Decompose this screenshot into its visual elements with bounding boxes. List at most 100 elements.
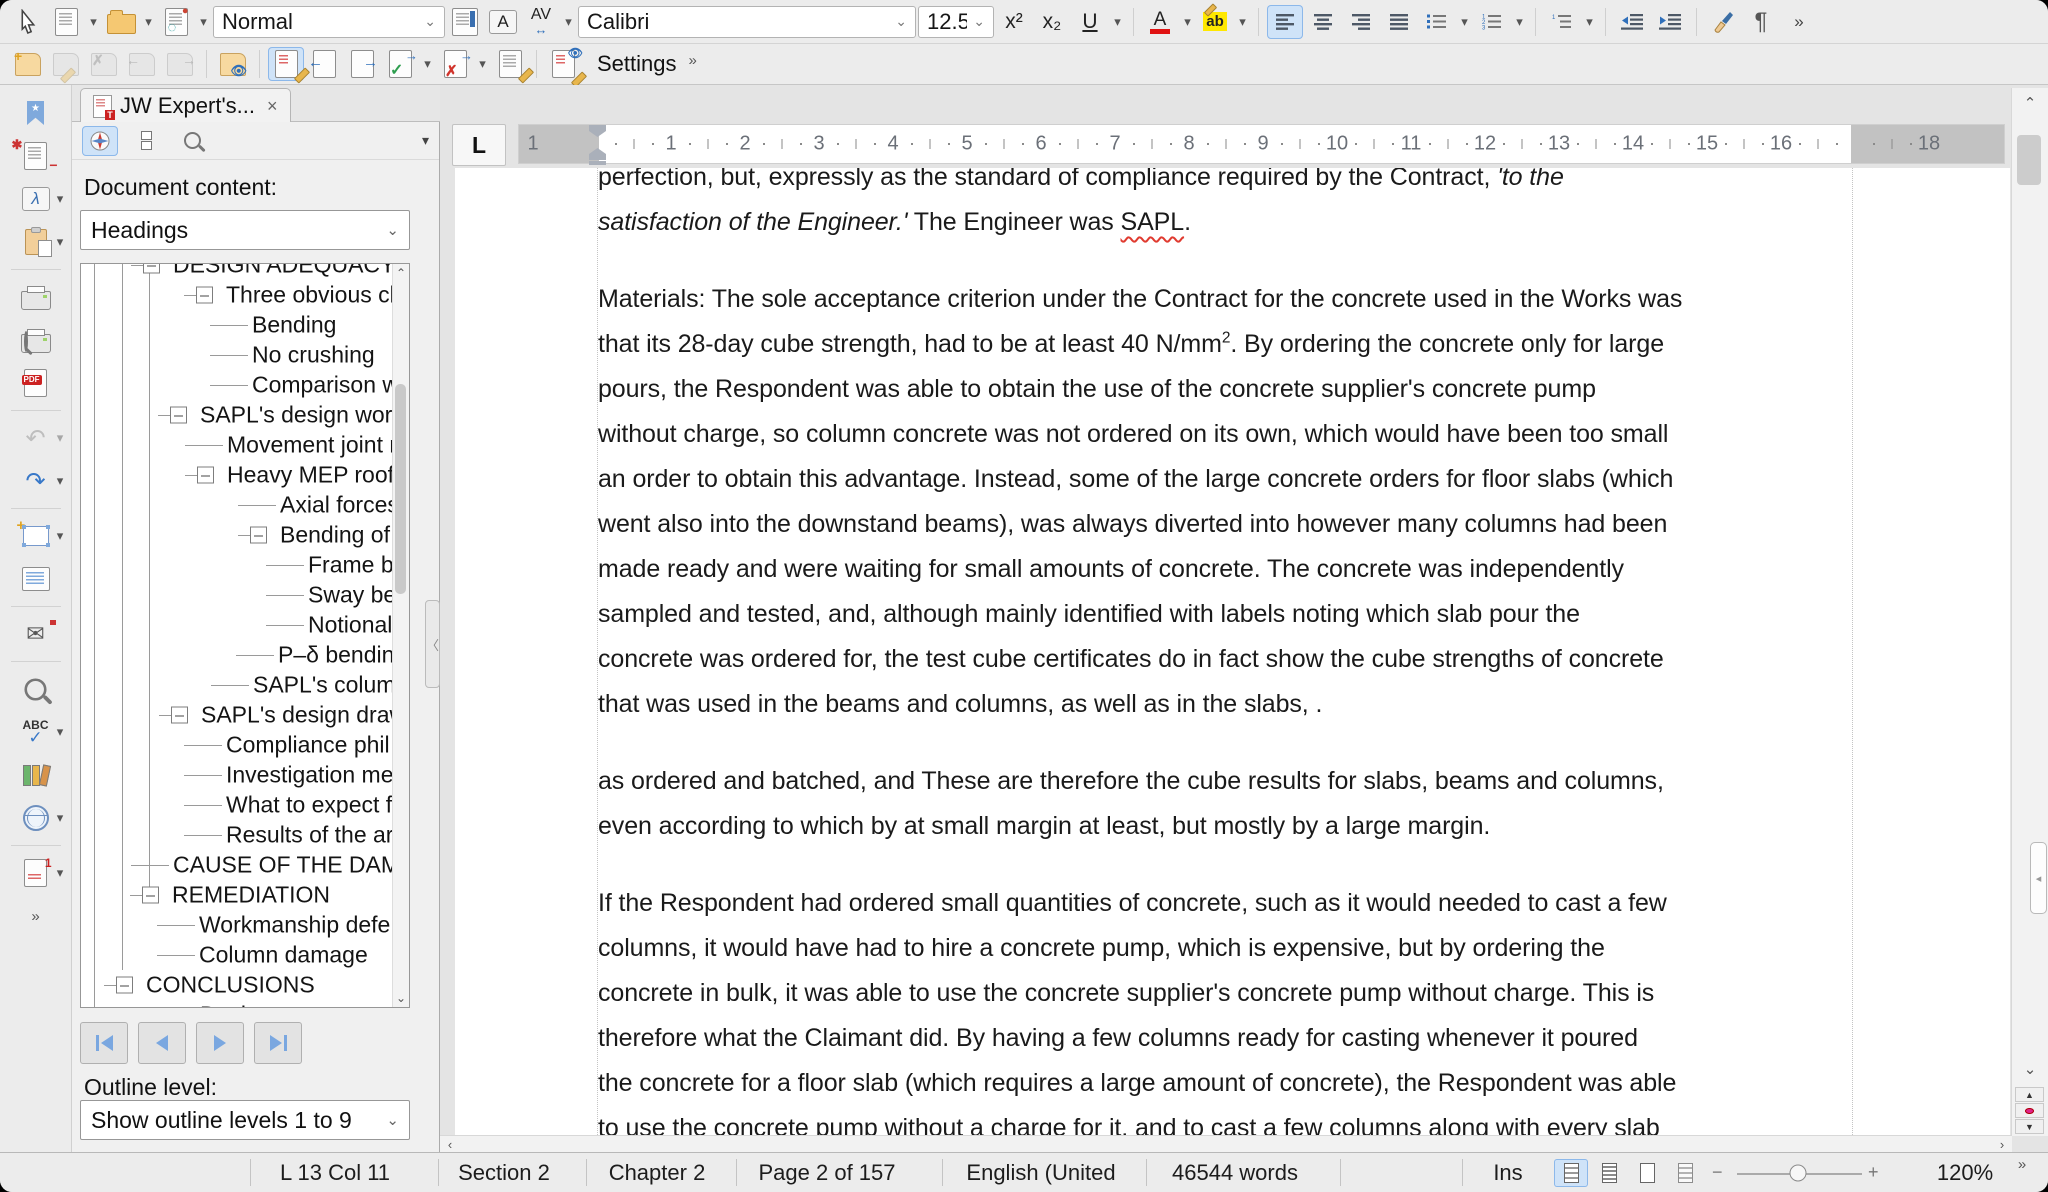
- toolbar-overflow-icon[interactable]: »: [1781, 5, 1817, 39]
- align-center-icon[interactable]: [1305, 5, 1341, 39]
- ruler-strip[interactable]: 12345678910111213141516181: [518, 124, 2005, 164]
- word-count-status[interactable]: 46544 words: [1172, 1153, 1298, 1192]
- redo-dropdown[interactable]: ▾: [53, 473, 68, 489]
- reject-change-icon[interactable]: ✗→: [437, 47, 473, 81]
- tree-item[interactable]: Notional: [81, 610, 393, 640]
- bullet-list-dropdown[interactable]: ▾: [1457, 14, 1472, 30]
- tree-item[interactable]: What to expect f: [81, 790, 393, 820]
- single-page-view-icon[interactable]: [1554, 1159, 1588, 1187]
- last-entry-button[interactable]: [254, 1022, 302, 1064]
- leftbar-overflow-icon[interactable]: »: [4, 898, 68, 934]
- show-changes-icon[interactable]: 👁: [545, 47, 581, 81]
- sidebar-show-handle[interactable]: ◂: [2030, 842, 2047, 914]
- tree-item[interactable]: CAUSE OF THE DAMA: [81, 850, 393, 880]
- print-preview-icon[interactable]: [4, 322, 68, 358]
- previous-entry-button[interactable]: [138, 1022, 186, 1064]
- compare-documents-icon[interactable]: ✱−: [4, 138, 68, 174]
- font-name-select[interactable]: Calibri⌄: [578, 6, 916, 38]
- tree-scrollbar[interactable]: ⌃ ⌄: [392, 264, 409, 1007]
- tree-item[interactable]: Column damage: [81, 940, 393, 970]
- edit-comment-icon[interactable]: [48, 47, 84, 81]
- new-document-dropdown[interactable]: ▾: [86, 14, 101, 30]
- tree-collapse-icon[interactable]: [197, 467, 214, 484]
- tree-scroll-down-icon[interactable]: ⌄: [393, 991, 409, 1005]
- tree-item[interactable]: No crushing: [81, 340, 393, 370]
- previous-page-button[interactable]: ▲: [2015, 1087, 2044, 1102]
- underline-icon[interactable]: U: [1072, 5, 1108, 39]
- cursor-position-status[interactable]: L 13 Col 11: [280, 1153, 390, 1192]
- spacing-dropdown[interactable]: ▾: [561, 14, 576, 30]
- font-size-select[interactable]: 12.5⌄: [918, 6, 994, 38]
- navigation-compass-icon[interactable]: [82, 126, 118, 156]
- tab-close-icon[interactable]: ×: [267, 96, 278, 117]
- outline-level-select[interactable]: Show outline levels 1 to 9⌄: [80, 1100, 410, 1140]
- tree-item[interactable]: DESIGN ADEQUACY: [81, 264, 393, 280]
- tree-collapse-icon[interactable]: [143, 264, 160, 274]
- subscript-icon[interactable]: x₂: [1034, 5, 1070, 39]
- paragraph[interactable]: If the Respondent had ordered small quan…: [598, 881, 1860, 1137]
- tree-item[interactable]: CONCLUSIONS: [81, 970, 393, 1000]
- paragraph[interactable]: as ordered and batched, and These are th…: [598, 759, 1860, 849]
- insert-textbox-icon[interactable]: [4, 561, 68, 597]
- section-status[interactable]: Section 2: [458, 1153, 550, 1192]
- accept-change-icon[interactable]: ✓→: [382, 47, 418, 81]
- tree-collapse-icon[interactable]: [142, 887, 159, 904]
- accept-change-dropdown[interactable]: ▾: [420, 56, 435, 72]
- select-pointer-icon[interactable]: [10, 5, 46, 39]
- clipboard-paste-icon[interactable]: ▾: [4, 224, 68, 260]
- tree-item[interactable]: SAPL's design draw: [81, 700, 393, 730]
- document-tab[interactable]: T JW Expert's... ×: [80, 88, 291, 123]
- reject-change-dropdown[interactable]: ▾: [475, 56, 490, 72]
- insert-mode-status[interactable]: Ins: [1493, 1153, 1522, 1192]
- tree-item[interactable]: Sway ber: [81, 580, 393, 610]
- font-color-icon[interactable]: A: [1142, 5, 1178, 39]
- align-justify-icon[interactable]: [1381, 5, 1417, 39]
- formula-lambda-icon[interactable]: λ▾: [4, 181, 68, 217]
- redo-icon[interactable]: ↷▾: [4, 463, 68, 499]
- paragraph-style-select[interactable]: Normal⌄: [213, 6, 445, 38]
- hyperlink-icon[interactable]: ▾: [4, 800, 68, 836]
- tree-item[interactable]: Compliance phil: [81, 730, 393, 760]
- outline-list-dropdown[interactable]: ▾: [1582, 14, 1597, 30]
- formula-dropdown[interactable]: ▾: [53, 191, 68, 207]
- page-number-status[interactable]: Page 2 of 157: [758, 1153, 895, 1192]
- show-comments-icon[interactable]: 👁: [215, 47, 251, 81]
- next-change-icon[interactable]: →: [344, 47, 380, 81]
- underline-dropdown[interactable]: ▾: [1110, 14, 1125, 30]
- document-page[interactable]: perfection, but, expressly as the standa…: [455, 168, 2010, 1137]
- tree-item[interactable]: SAPL's design work: [81, 400, 393, 430]
- print-icon[interactable]: [4, 279, 68, 315]
- open-file-dropdown[interactable]: ▾: [141, 14, 156, 30]
- superscript-icon[interactable]: x²: [996, 5, 1032, 39]
- highlight-dropdown[interactable]: ▾: [1235, 14, 1250, 30]
- tree-item[interactable]: Three obvious cl: [81, 280, 393, 310]
- tree-item[interactable]: REMEDIATION: [81, 880, 393, 910]
- previous-comment-icon[interactable]: ←: [124, 47, 160, 81]
- spellcheck-dropdown[interactable]: ▾: [53, 724, 68, 740]
- gallery-icon[interactable]: [4, 757, 68, 793]
- first-entry-button[interactable]: [80, 1022, 128, 1064]
- horizontal-ruler[interactable]: L 12345678910111213141516181: [440, 122, 2048, 168]
- paragraph[interactable]: perfection, but, expressly as the standa…: [598, 168, 1860, 245]
- next-comment-icon[interactable]: →: [162, 47, 198, 81]
- zoom-out-icon[interactable]: −: [1712, 1153, 1723, 1192]
- open-file-icon[interactable]: [103, 5, 139, 39]
- vertical-scroll-thumb[interactable]: [2017, 135, 2041, 185]
- document-text[interactable]: perfection, but, expressly as the standa…: [598, 168, 1860, 1137]
- horizontal-scrollbar[interactable]: ‹ ›: [440, 1135, 2012, 1152]
- delete-comment-icon[interactable]: ✗: [86, 47, 122, 81]
- record-changes-icon[interactable]: [268, 47, 304, 81]
- indent-base-marker[interactable]: [589, 161, 606, 165]
- align-left-icon[interactable]: [1267, 5, 1303, 39]
- footnote-icon[interactable]: 1▾: [4, 855, 68, 891]
- tree-item[interactable]: Axial forces: [81, 490, 393, 520]
- insert-frame-icon[interactable]: ▾: [4, 518, 68, 554]
- envelope-icon[interactable]: ✉: [4, 616, 68, 652]
- tree-item[interactable]: Comparison w: [81, 370, 393, 400]
- tree-item[interactable]: P–δ bending: [81, 640, 393, 670]
- tree-item[interactable]: Investigation me: [81, 760, 393, 790]
- scroll-down-icon[interactable]: ⌄: [2012, 1060, 2048, 1078]
- vertical-scrollbar[interactable]: ⌃ ⌄ ▲ ▼: [2011, 88, 2048, 1136]
- multi-page-view-icon[interactable]: [1592, 1159, 1626, 1187]
- scroll-right-icon[interactable]: ›: [1992, 1136, 2012, 1152]
